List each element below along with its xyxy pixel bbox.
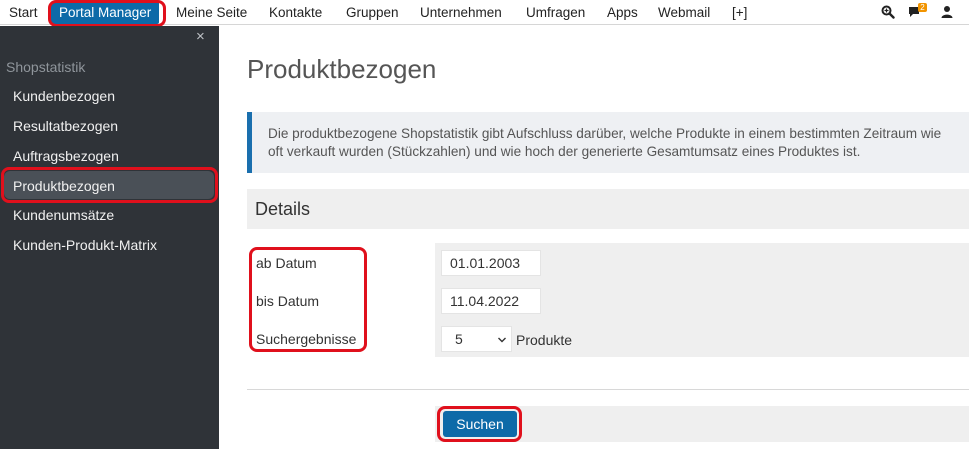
sidebar: × Shopstatistik Kundenbezogen Resultatbe…	[0, 26, 219, 449]
close-icon[interactable]: ×	[196, 29, 205, 44]
sidebar-item-kundenumsaetze[interactable]: Kundenumsätze	[13, 207, 114, 223]
results-label: Suchergebnisse	[256, 331, 357, 347]
info-line-2: oft verkauft wurden (Stückzahlen) und wi…	[268, 144, 861, 159]
sidebar-item-kundenbezogen[interactable]: Kundenbezogen	[13, 88, 115, 104]
top-navigation: Start Portal Manager Meine Seite Kontakt…	[0, 0, 969, 25]
results-select-value: 5	[455, 331, 463, 347]
from-date-label: ab Datum	[256, 255, 317, 271]
nav-apps[interactable]: Apps	[607, 0, 638, 25]
sidebar-heading: Shopstatistik	[6, 59, 86, 75]
page-title: Produktbezogen	[247, 54, 437, 84]
info-box: Die produktbezogene Shopstatistik gibt A…	[247, 112, 969, 173]
chevron-down-icon	[498, 337, 506, 343]
user-icon[interactable]	[940, 5, 954, 19]
divider	[247, 389, 969, 390]
details-heading: Details	[255, 199, 311, 219]
nav-gruppen[interactable]: Gruppen	[346, 0, 399, 25]
sidebar-item-kunden-produkt-matrix[interactable]: Kunden-Produkt-Matrix	[13, 237, 157, 253]
nav-umfragen[interactable]: Umfragen	[526, 0, 585, 25]
details-header: Details	[247, 189, 969, 229]
sidebar-item-auftragsbezogen[interactable]: Auftragsbezogen	[13, 148, 119, 164]
info-line-1: Die produktbezogene Shopstatistik gibt A…	[268, 126, 942, 141]
from-date-input[interactable]: 01.01.2003	[441, 250, 541, 276]
nav-meine-seite[interactable]: Meine Seite	[176, 0, 247, 25]
results-select[interactable]: 5	[441, 326, 512, 352]
nav-start[interactable]: Start	[9, 0, 38, 25]
search-button[interactable]: Suchen	[443, 411, 517, 437]
results-unit: Produkte	[516, 332, 573, 348]
nav-portal-manager[interactable]: Portal Manager	[51, 1, 160, 24]
to-date-input[interactable]: 11.04.2022	[441, 288, 541, 314]
sidebar-item-resultatbezogen[interactable]: Resultatbezogen	[13, 118, 118, 134]
nav-webmail[interactable]: Webmail	[658, 0, 710, 25]
search-zoom-icon[interactable]	[881, 5, 895, 19]
nav-more[interactable]: [+]	[732, 0, 747, 25]
info-text: Die produktbezogene Shopstatistik gibt A…	[268, 125, 969, 161]
to-date-label: bis Datum	[256, 293, 320, 309]
nav-kontakte[interactable]: Kontakte	[269, 0, 322, 25]
sidebar-item-produktbezogen[interactable]: Produktbezogen	[13, 178, 115, 194]
nav-unternehmen[interactable]: Unternehmen	[420, 0, 502, 25]
notification-badge: 2	[918, 3, 927, 12]
